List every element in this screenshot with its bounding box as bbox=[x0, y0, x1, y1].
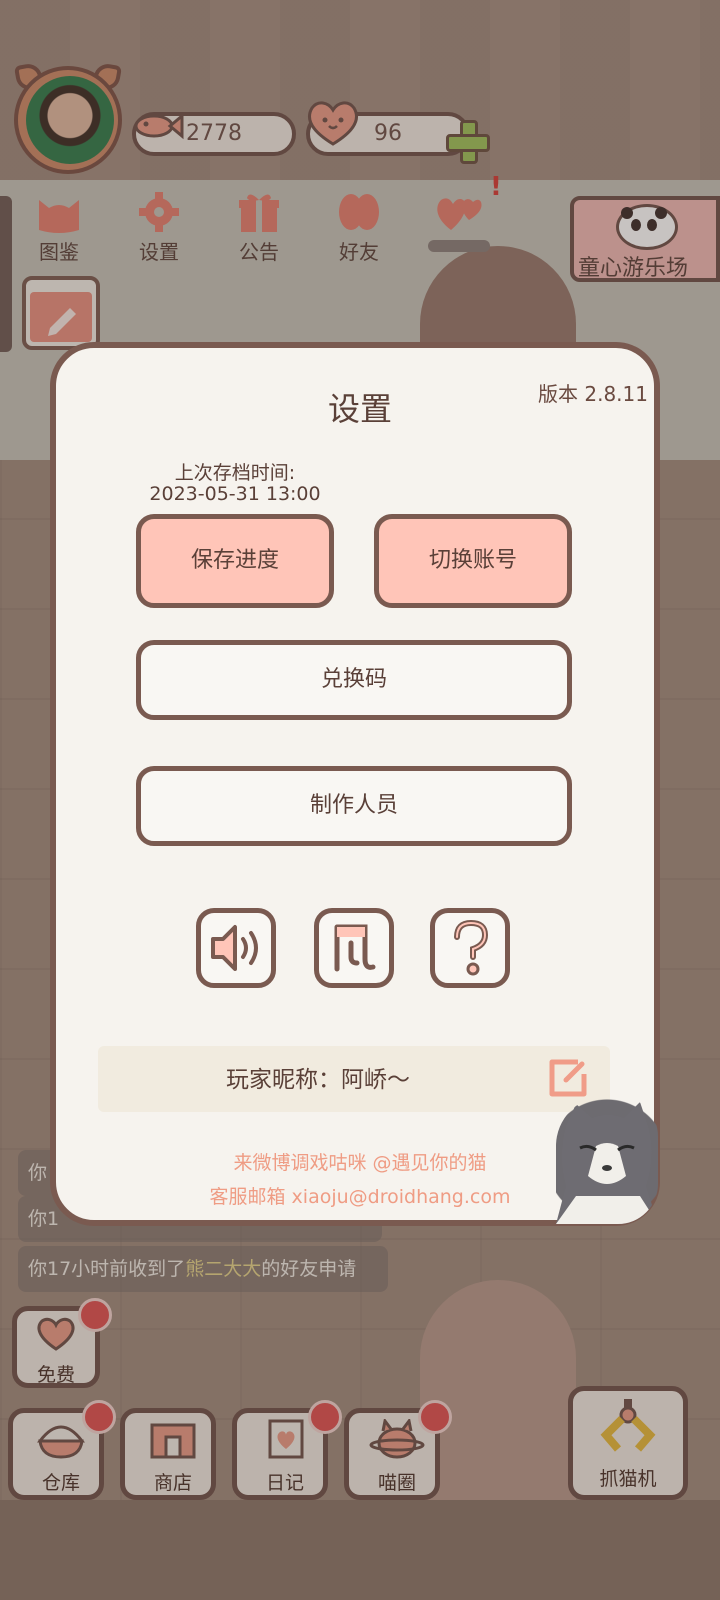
save-progress-label: 保存进度 bbox=[190, 548, 279, 573]
sound-button[interactable] bbox=[196, 908, 276, 988]
question-icon bbox=[454, 919, 489, 976]
help-button[interactable] bbox=[430, 908, 510, 988]
credits-button[interactable]: 制作人员 bbox=[136, 766, 572, 846]
weibo-link[interactable]: 来微博调戏咕咪 @遇见你的猫 bbox=[100, 1148, 620, 1175]
nickname-label: 玩家昵称：阿峤～ bbox=[226, 1067, 410, 1093]
last-save-label: 上次存档时间: bbox=[174, 462, 296, 484]
edit-icon[interactable] bbox=[548, 1058, 588, 1098]
redeem-code-button[interactable]: 兑换码 bbox=[136, 640, 572, 720]
version-label: 版本 2.8.11 bbox=[538, 382, 648, 406]
cat-image bbox=[556, 1096, 658, 1224]
redeem-code-label: 兑换码 bbox=[320, 667, 387, 692]
switch-account-button[interactable]: 切换账号 bbox=[374, 514, 572, 608]
save-progress-button[interactable]: 保存进度 bbox=[136, 514, 334, 608]
support-email[interactable]: 客服邮箱 xiaoju@droidhang.com bbox=[100, 1182, 620, 1209]
music-note-icon bbox=[334, 924, 376, 972]
speaker-icon bbox=[211, 925, 258, 971]
music-button[interactable] bbox=[314, 908, 394, 988]
last-save-value: 2023-05-31 13:00 bbox=[149, 483, 321, 505]
switch-account-label: 切换账号 bbox=[428, 548, 517, 573]
credits-label: 制作人员 bbox=[309, 793, 398, 818]
